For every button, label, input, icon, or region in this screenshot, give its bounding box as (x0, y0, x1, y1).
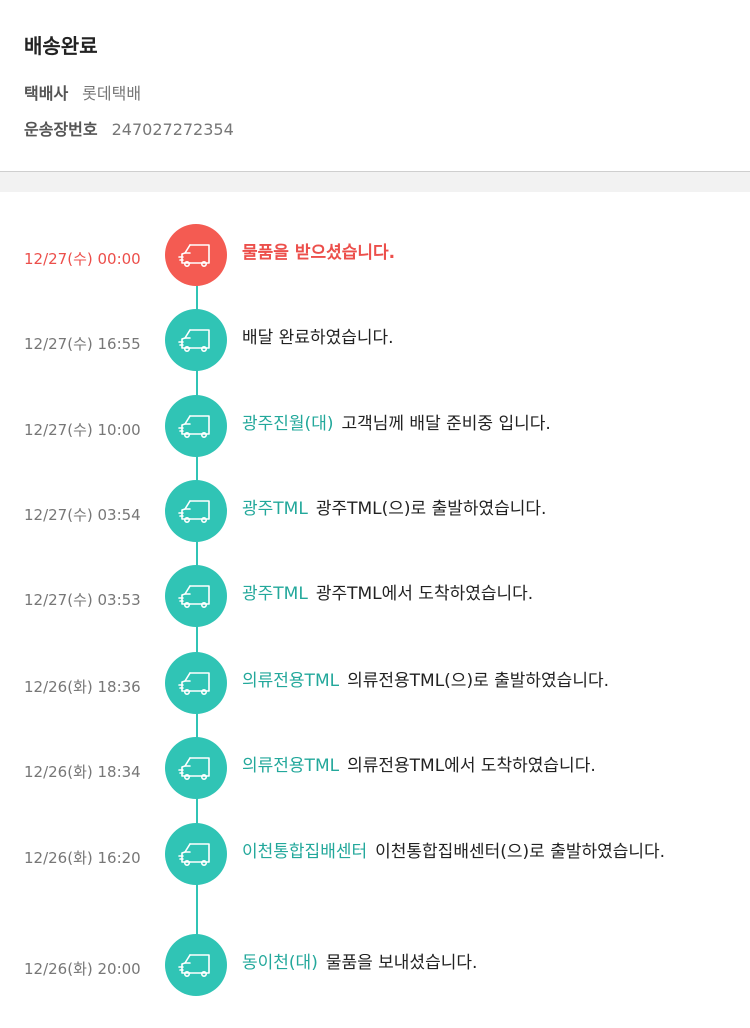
timeline-item: 12/26(화) 18:36 의류전용TML 의류전용TML(으)로 출발하였습니… (0, 652, 750, 714)
section-divider (0, 172, 750, 192)
event-time: 12/26(화) 16:20 (24, 849, 141, 867)
event-location: 광주진월(대) (242, 414, 334, 434)
delivery-status-title: 배송완료 (24, 34, 98, 58)
event-time: 12/27(수) 10:00 (24, 421, 141, 439)
truck-icon (165, 309, 227, 371)
truck-icon (165, 565, 227, 627)
timeline-item: 12/26(화) 20:00 동이천(대) 물품을 보내셨습니다. (0, 934, 750, 996)
event-location: 이천통합집배센터 (242, 842, 368, 862)
event-time: 12/26(화) 18:34 (24, 763, 141, 781)
timeline-item: 12/27(수) 03:53 광주TML 광주TML에서 도착하였습니다. (0, 565, 750, 627)
event-message: 광주TML에서 도착하였습니다. (315, 584, 534, 604)
event-message: 물품을 보내셨습니다. (325, 953, 478, 973)
event-location: 의류전용TML (242, 756, 340, 776)
event-message: 고객님께 배달 준비중 입니다. (341, 414, 551, 434)
event-text: 이천통합집배센터 이천통합집배센터(으)로 출발하였습니다. (242, 839, 732, 866)
event-text: 광주진월(대) 고객님께 배달 준비중 입니다. (242, 411, 732, 438)
event-message: 광주TML(으)로 출발하였습니다. (315, 499, 547, 519)
truck-icon (165, 480, 227, 542)
event-text: 의류전용TML 의류전용TML(으)로 출발하였습니다. (242, 668, 732, 695)
event-location: 광주TML (242, 499, 308, 519)
tracking-timeline: 12/27(수) 00:00 물품을 받으셨습니다. 12/27(수) 16:5… (0, 192, 750, 1028)
event-message: 물품을 받으셨습니다. (242, 243, 396, 263)
event-message: 의류전용TML(으)로 출발하였습니다. (347, 671, 610, 691)
event-time: 12/27(수) 03:54 (24, 506, 141, 524)
event-text: 의류전용TML 의류전용TML에서 도착하였습니다. (242, 753, 732, 780)
courier-value: 롯데택배 (82, 84, 142, 103)
tracking-label: 운송장번호 (24, 120, 98, 139)
event-text: 배달 완료하였습니다. (242, 325, 732, 352)
truck-icon (165, 652, 227, 714)
event-message: 배달 완료하였습니다. (242, 328, 394, 348)
timeline-item: 12/27(수) 16:55 배달 완료하였습니다. (0, 309, 750, 371)
event-time: 12/26(화) 18:36 (24, 678, 141, 696)
courier-row: 택배사 롯데택배 (24, 80, 141, 104)
event-time: 12/26(화) 20:00 (24, 960, 141, 978)
tracking-number: 247027272354 (111, 120, 234, 139)
event-text: 물품을 받으셨습니다. (242, 240, 732, 267)
timeline-item: 12/26(화) 16:20 이천통합집배센터 이천통합집배센터(으)로 출발하였… (0, 823, 750, 885)
truck-icon (165, 737, 227, 799)
timeline-item: 12/26(화) 18:34 의류전용TML 의류전용TML에서 도착하였습니다. (0, 737, 750, 799)
timeline-item: 12/27(수) 03:54 광주TML 광주TML(으)로 출발하였습니다. (0, 480, 750, 542)
event-time: 12/27(수) 03:53 (24, 591, 141, 609)
truck-icon (165, 224, 227, 286)
event-location: 동이천(대) (242, 953, 318, 973)
event-text: 광주TML 광주TML(으)로 출발하였습니다. (242, 496, 732, 523)
event-message: 이천통합집배센터(으)로 출발하였습니다. (375, 842, 666, 862)
delivery-summary: 배송완료 택배사 롯데택배 운송장번호 247027272354 (0, 0, 750, 172)
truck-icon (165, 934, 227, 996)
event-text: 광주TML 광주TML에서 도착하였습니다. (242, 581, 732, 608)
event-time: 12/27(수) 16:55 (24, 335, 141, 353)
event-text: 동이천(대) 물품을 보내셨습니다. (242, 950, 732, 977)
event-time: 12/27(수) 00:00 (24, 250, 141, 268)
truck-icon (165, 823, 227, 885)
event-location: 의류전용TML (242, 671, 340, 691)
event-location: 광주TML (242, 584, 308, 604)
truck-icon (165, 395, 227, 457)
tracking-row: 운송장번호 247027272354 (24, 116, 234, 140)
event-message: 의류전용TML에서 도착하였습니다. (347, 756, 596, 776)
courier-label: 택배사 (24, 84, 69, 103)
timeline-item: 12/27(수) 10:00 광주진월(대) 고객님께 배달 준비중 입니다. (0, 395, 750, 457)
timeline-item: 12/27(수) 00:00 물품을 받으셨습니다. (0, 224, 750, 286)
